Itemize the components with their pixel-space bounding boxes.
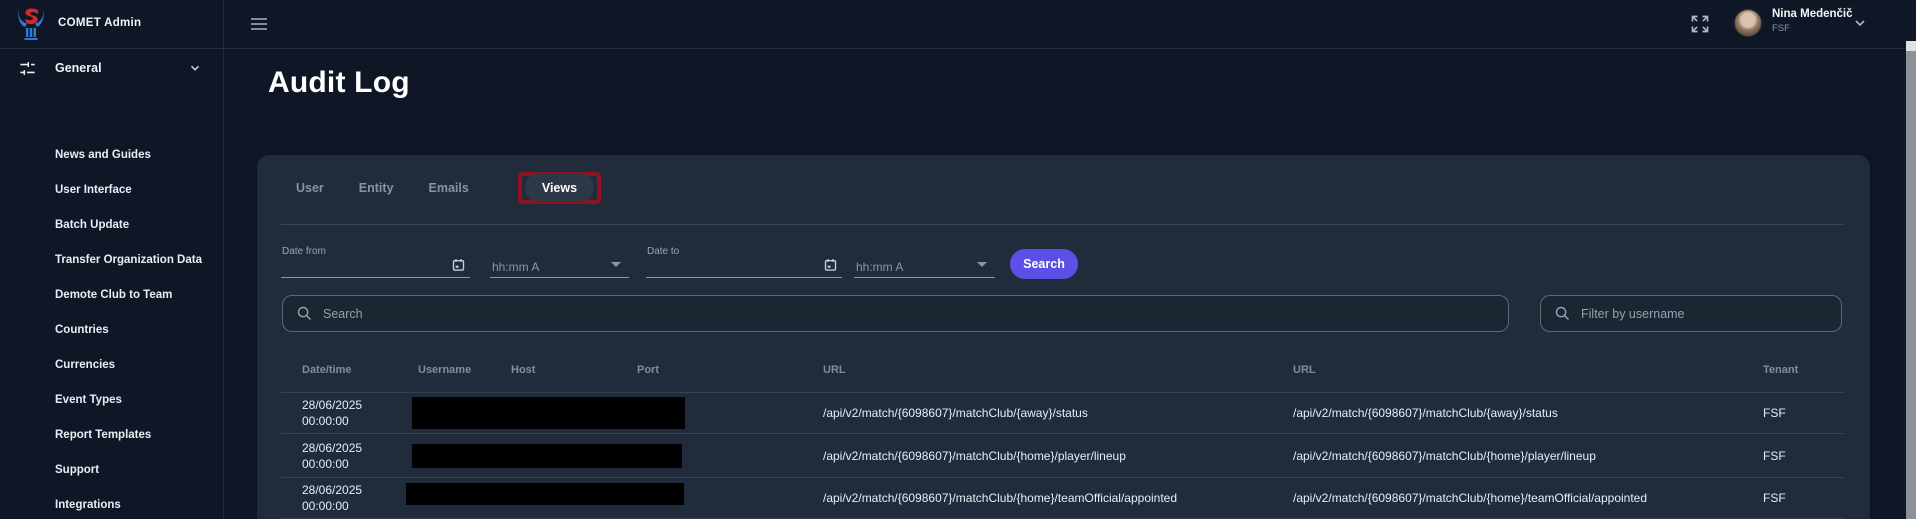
cell-date-time: 28/06/202500:00:00 [302, 482, 362, 514]
table-row[interactable]: 28/06/202500:00:00 /api/v2/match/{609860… [281, 477, 1844, 519]
search-icon [1554, 305, 1571, 322]
sidebar: General News and Guides User Interface B… [0, 49, 223, 519]
sidebar-item-transfer-organization-data[interactable]: Transfer Organization Data [0, 243, 223, 278]
time-to-field[interactable] [854, 246, 995, 278]
sidebar-item-event-types[interactable]: Event Types [0, 383, 223, 418]
sidebar-item-batch-update[interactable]: Batch Update [0, 208, 223, 243]
redacted-username-host [412, 397, 685, 429]
audit-log-card: User Entity Emails Views Date from [257, 155, 1870, 519]
chevron-down-icon[interactable] [1852, 15, 1868, 31]
comet-logo-icon [15, 6, 47, 42]
date-to-field[interactable]: Date to [646, 246, 842, 278]
cell-url-2: /api/v2/match/{6098607}/matchClub/{home}… [1293, 449, 1596, 463]
sidebar-menu: News and Guides User Interface Batch Upd… [0, 138, 223, 519]
dropdown-arrow-icon[interactable] [611, 262, 621, 267]
col-url: URL [823, 364, 846, 376]
table-row[interactable]: 28/06/202500:00:00 /api/v2/match/{609860… [281, 392, 1844, 433]
sidebar-item-demote-club-to-team[interactable]: Demote Club to Team [0, 278, 223, 313]
time-to-input[interactable] [856, 260, 956, 274]
cell-url-2: /api/v2/match/{6098607}/matchClub/{home}… [1293, 491, 1647, 505]
col-host: Host [511, 364, 535, 376]
date-from-field[interactable]: Date from [281, 246, 470, 278]
tab-bar: User Entity Emails Views [296, 168, 601, 208]
col-username: Username [418, 364, 471, 376]
annotation-highlight-box: Views [518, 172, 601, 204]
tab-entity[interactable]: Entity [359, 181, 394, 195]
search-icon [296, 305, 313, 322]
col-url-2: URL [1293, 364, 1316, 376]
cell-url-2: /api/v2/match/{6098607}/matchClub/{away}… [1293, 406, 1558, 420]
calendar-icon[interactable] [451, 257, 466, 273]
cell-url: /api/v2/match/{6098607}/matchClub/{home}… [823, 491, 1177, 505]
app-window: COMET Admin Nina Medenčič FSF [0, 0, 1916, 519]
cell-tenant: FSF [1763, 491, 1786, 505]
col-date-time: Date/time [302, 364, 352, 376]
sidebar-section-label: General [55, 61, 102, 75]
tab-user[interactable]: User [296, 181, 324, 195]
brand-title: COMET Admin [58, 17, 141, 29]
sidebar-item-countries[interactable]: Countries [0, 313, 223, 348]
redacted-username-host [406, 483, 684, 505]
username-filter-input[interactable] [1581, 296, 1833, 331]
calendar-icon[interactable] [823, 257, 838, 273]
username-filter-box[interactable] [1540, 295, 1842, 332]
tab-views-label: Views [542, 181, 577, 195]
table-row[interactable]: 28/06/202500:00:00 /api/v2/match/{609860… [281, 433, 1844, 477]
sidebar-section-general[interactable]: General [0, 57, 223, 81]
avatar[interactable] [1734, 9, 1762, 37]
col-port: Port [637, 364, 659, 376]
user-name: Nina Medenčič [1772, 8, 1853, 20]
cell-date-time: 28/06/202500:00:00 [302, 440, 362, 472]
scrollbar-thumb[interactable] [1906, 51, 1916, 519]
cell-tenant: FSF [1763, 449, 1786, 463]
tab-views[interactable]: Views [525, 173, 594, 202]
fullscreen-icon[interactable] [1690, 14, 1710, 34]
table-header: Date/time Username Host Port URL URL Ten… [281, 355, 1844, 392]
col-tenant: Tenant [1763, 364, 1798, 376]
sidebar-item-integrations[interactable]: Integrations [0, 488, 223, 519]
sidebar-item-support[interactable]: Support [0, 453, 223, 488]
search-input[interactable] [323, 296, 1500, 331]
page-scrollbar[interactable] [1906, 41, 1916, 519]
time-from-field[interactable] [490, 246, 629, 278]
date-to-label: Date to [647, 246, 679, 257]
scrollbar-cap [1906, 41, 1916, 51]
menu-icon[interactable] [250, 16, 268, 32]
sidebar-item-user-interface[interactable]: User Interface [0, 173, 223, 208]
sidebar-item-news-and-guides[interactable]: News and Guides [0, 138, 223, 173]
sidebar-item-report-templates[interactable]: Report Templates [0, 418, 223, 453]
dropdown-arrow-icon[interactable] [977, 262, 987, 267]
search-box[interactable] [282, 295, 1509, 332]
cell-url: /api/v2/match/{6098607}/matchClub/{home}… [823, 449, 1126, 463]
top-bar: COMET Admin Nina Medenčič FSF [0, 0, 1916, 49]
tabs-divider [281, 224, 1844, 225]
date-from-label: Date from [282, 246, 326, 257]
time-from-input[interactable] [492, 260, 592, 274]
cell-tenant: FSF [1763, 406, 1786, 420]
cell-url: /api/v2/match/{6098607}/matchClub/{away}… [823, 406, 1088, 420]
redacted-username-host [412, 444, 682, 468]
user-org: FSF [1772, 23, 1790, 34]
tab-emails[interactable]: Emails [429, 181, 469, 195]
cell-date-time: 28/06/202500:00:00 [302, 397, 362, 429]
tune-icon [18, 59, 37, 78]
sidebar-divider [223, 0, 224, 519]
page-title: Audit Log [268, 66, 410, 100]
chevron-down-icon [188, 61, 202, 75]
sidebar-item-currencies[interactable]: Currencies [0, 348, 223, 383]
search-button[interactable]: Search [1010, 249, 1078, 279]
